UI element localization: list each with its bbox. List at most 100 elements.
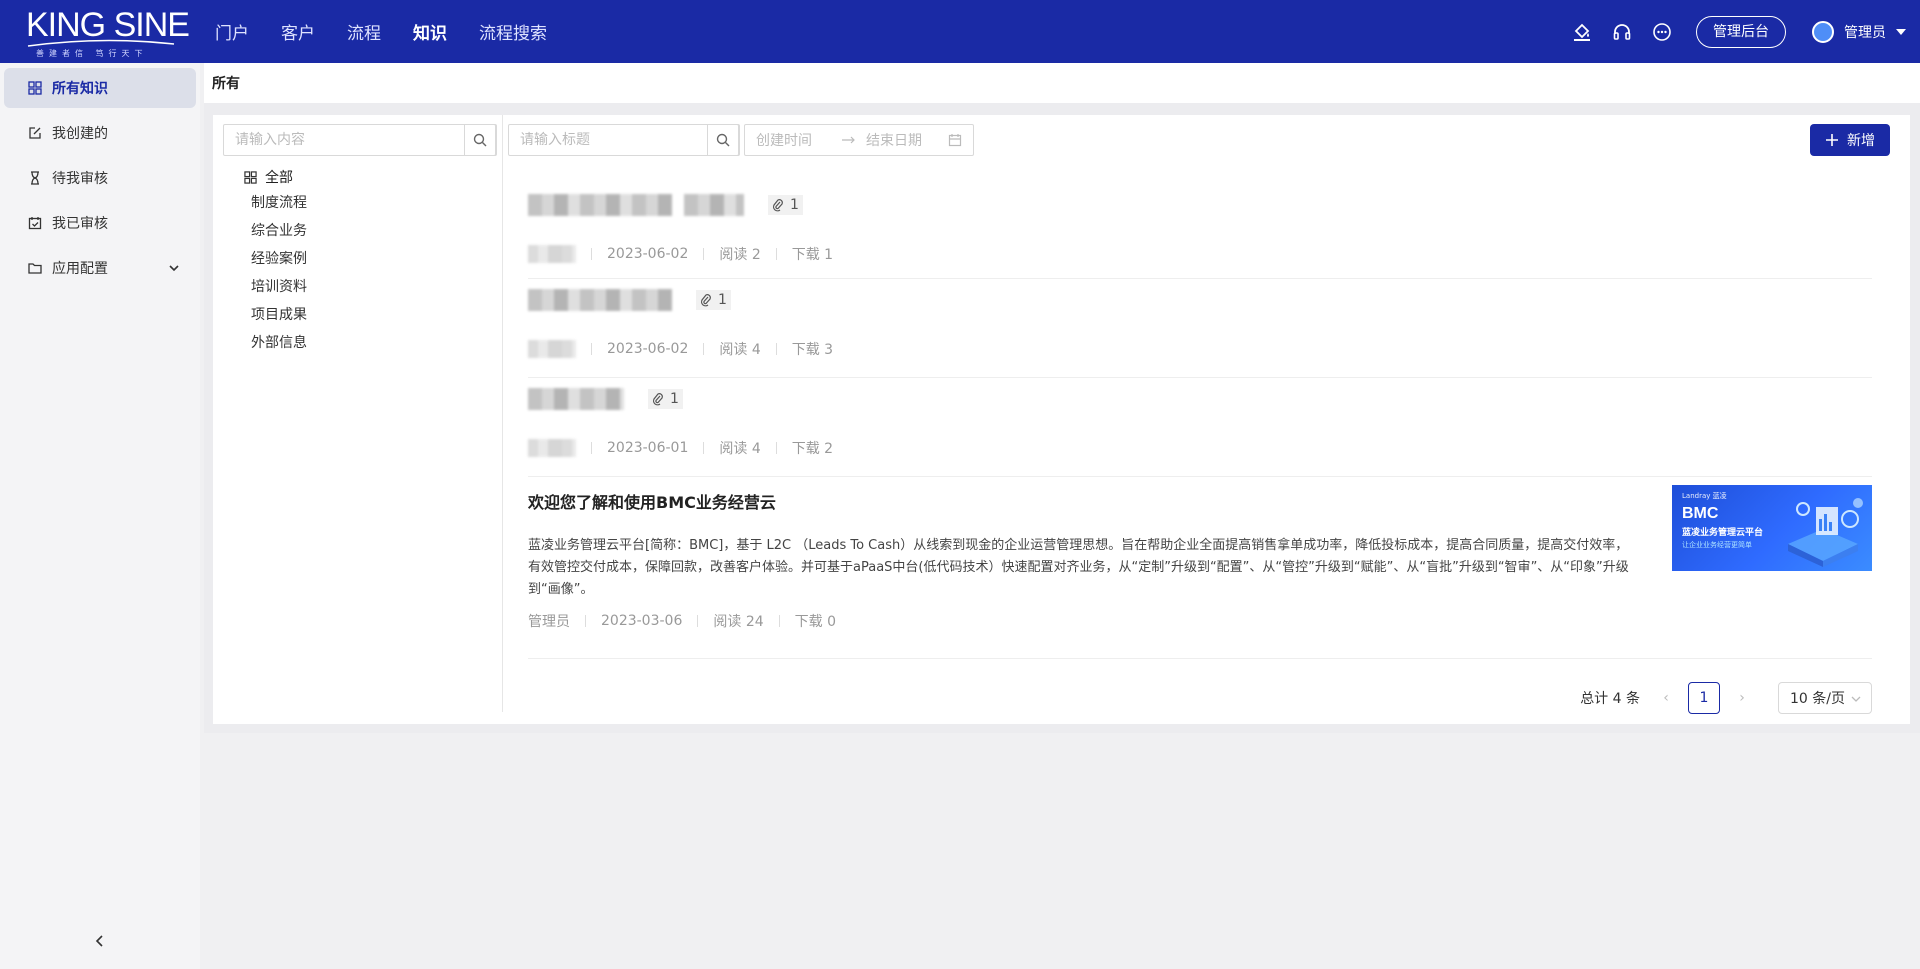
paperclip-icon [652,393,663,406]
tree-item-projects[interactable]: 项目成果 [244,301,307,329]
prev-page-icon[interactable]: ‹ [1650,690,1682,706]
next-page-icon[interactable]: › [1726,690,1758,706]
page-number-current[interactable]: 1 [1688,682,1720,714]
search-icon [473,133,487,147]
nav-item-customer[interactable]: 客户 [281,19,315,44]
nav-item-portal[interactable]: 门户 [215,19,249,44]
article-downloads: 下载 3 [791,342,834,358]
title-search-button[interactable] [707,124,739,156]
start-date-placeholder: 创建时间 [756,133,812,149]
article-reads: 阅读 24 [713,614,764,630]
content-search-input[interactable] [224,125,454,155]
top-navbar: KING SINE 善建者信 笃行天下 门户 客户 流程 知识 流程搜索 管理后… [0,0,1920,63]
article-row[interactable]: 1 2023-06-02 阅读 4 下载 3 [528,279,1872,378]
chevron-down-icon [1851,696,1861,702]
page-size-select[interactable]: 10 条/页 [1778,682,1872,714]
user-menu[interactable]: 管理员 [1812,20,1910,43]
sidebar-item-my-created[interactable]: 我创建的 [4,113,196,153]
paint-bucket-icon[interactable] [1570,20,1594,44]
sidebar-item-label: 待我审核 [52,171,108,187]
avatar [1812,20,1834,43]
article-row[interactable]: 1 2023-06-02 阅读 2 下载 1 [528,180,1872,279]
hourglass-icon [31,171,39,185]
article-meta: 2023-06-02 阅读 4 下载 3 [528,339,1872,359]
grid-icon [244,170,257,184]
tree-item-cases[interactable]: 经验案例 [244,245,307,273]
meta-separator [591,343,592,355]
chat-icon[interactable] [1650,20,1674,44]
thumbnail-title: BMC [1682,505,1719,522]
article-row[interactable]: 欢迎您了解和使用BMC业务经营云 蓝凌业务管理云平台[简称：BMC]，基于 L2… [528,477,1872,659]
tree-item-external[interactable]: 外部信息 [244,329,307,357]
admin-console-button[interactable]: 管理后台 [1696,15,1786,48]
breadcrumb: 所有 [204,63,1920,103]
attachment-badge[interactable]: 1 [696,290,731,310]
calendar-icon [948,134,962,147]
meta-separator [585,615,586,627]
redacted-author [528,340,576,358]
caret-down-icon [1896,28,1906,35]
nav-item-knowledge[interactable]: 知识 [413,19,447,44]
headset-icon[interactable] [1610,20,1634,44]
meta-separator [697,615,699,627]
nav-item-process[interactable]: 流程 [347,19,381,44]
title-search-box [508,124,740,156]
logo-swoosh-icon [27,39,175,47]
attachment-badge[interactable]: 1 [648,389,683,409]
title-search-input[interactable] [509,125,699,155]
redacted-title [684,194,744,216]
content-search-button[interactable] [464,124,496,156]
sidebar-item-label: 所有知识 [52,81,108,97]
tree-item-all[interactable]: 全部 [244,165,307,189]
grid-icon [28,81,42,95]
sidebar-item-label: 我创建的 [52,126,108,142]
sidebar-item-label: 我已审核 [52,216,108,232]
article-date: 2023-06-02 [607,246,689,262]
article-meta: 管理员 2023-03-06 阅读 24 下载 0 [528,611,1872,631]
meta-separator [775,343,777,355]
logo[interactable]: KING SINE 善建者信 笃行天下 [0,0,200,63]
end-date-placeholder: 结束日期 [866,133,922,149]
nav-item-process-search[interactable]: 流程搜索 [479,19,547,44]
redacted-author [528,245,576,263]
add-button[interactable]: 新增 [1810,124,1890,156]
folder-icon [28,263,42,274]
attachment-count: 1 [718,292,727,308]
paperclip-icon [772,199,783,212]
sidebar: 所有知识 我创建的 待我审核 我已审核 应用配置 [0,63,200,969]
isometric-illustration [1788,498,1863,567]
thumbnail-tagline: 让企业业务经营更简单 [1682,541,1752,549]
tree-item-training[interactable]: 培训资料 [244,273,307,301]
meta-separator [778,615,780,627]
plus-icon [1826,134,1838,146]
tree-item-policy[interactable]: 制度流程 [244,189,307,217]
page-size-value: 10 条/页 [1790,691,1845,707]
article-date: 2023-06-01 [607,440,689,456]
attachment-badge[interactable]: 1 [768,195,803,215]
date-range-picker[interactable]: 创建时间 结束日期 [744,124,974,156]
collapse-sidebar-icon[interactable] [92,933,108,949]
sidebar-item-label: 应用配置 [52,261,108,277]
meta-separator [591,248,592,260]
article-reads: 阅读 4 [719,441,761,457]
sidebar-item-app-config[interactable]: 应用配置 [4,248,196,288]
paperclip-icon [700,294,711,307]
article-meta: 2023-06-01 阅读 4 下载 2 [528,438,1872,458]
meta-separator [775,442,777,454]
meta-separator [775,248,777,260]
user-name: 管理员 [1844,24,1886,41]
tree-item-business[interactable]: 综合业务 [244,217,307,245]
article-row[interactable]: 1 2023-06-01 阅读 4 下载 2 [528,378,1872,477]
article-title-row: 1 [528,288,1872,312]
sidebar-item-reviewed[interactable]: 我已审核 [4,203,196,243]
thumbnail-brand: Landray 蓝凌 [1682,492,1727,500]
article-downloads: 下载 1 [791,247,834,263]
category-tree: 全部 制度流程 综合业务 经验案例 培训资料 项目成果 外部信息 [244,165,307,357]
article-thumbnail[interactable]: Landray 蓝凌 BMC 蓝凌业务管理云平台 让企业业务经营更简单 [1672,485,1872,571]
chevron-down-icon [169,265,179,272]
article-title[interactable]: 欢迎您了解和使用BMC业务经营云 [528,489,1872,513]
article-title-row: 1 [528,387,1872,411]
sidebar-item-all-knowledge[interactable]: 所有知识 [4,68,196,108]
sidebar-item-pending-review[interactable]: 待我审核 [4,158,196,198]
logo-slogan: 善建者信 笃行天下 [36,49,148,58]
